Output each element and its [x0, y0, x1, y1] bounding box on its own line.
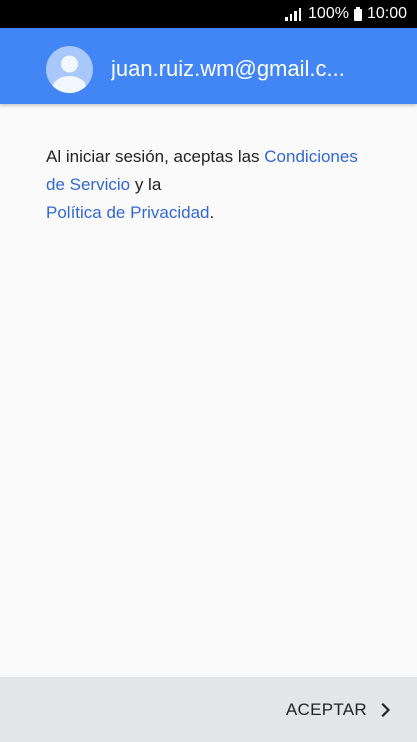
- accept-button-label: ACEPTAR: [285, 700, 367, 719]
- terms-text: Al iniciar sesión, aceptas las Condicion…: [46, 143, 376, 227]
- privacy-policy-link[interactable]: Política de Privacidad: [46, 203, 209, 222]
- battery-icon: [353, 7, 362, 21]
- account-email: juan.ruiz.wm@gmail.c...: [111, 56, 345, 81]
- clock: 10:00: [366, 5, 407, 22]
- battery-percent: 100%: [308, 5, 349, 22]
- terms-text-after: .: [209, 203, 215, 222]
- bottom-bar: ACEPTAR: [0, 677, 417, 742]
- status-bar: 100% 10:00: [0, 0, 417, 28]
- accept-button[interactable]: ACEPTAR: [286, 695, 393, 725]
- account-circle-icon: [46, 46, 93, 93]
- signal-icon: [285, 7, 302, 21]
- terms-text-before: Al iniciar sesión, aceptas las: [46, 147, 265, 166]
- status-indicators: 100% 10:00: [285, 0, 407, 28]
- terms-text-middle: y la: [130, 175, 162, 194]
- account-header: juan.ruiz.wm@gmail.c...: [0, 28, 417, 104]
- chevron-right-icon: [381, 703, 391, 717]
